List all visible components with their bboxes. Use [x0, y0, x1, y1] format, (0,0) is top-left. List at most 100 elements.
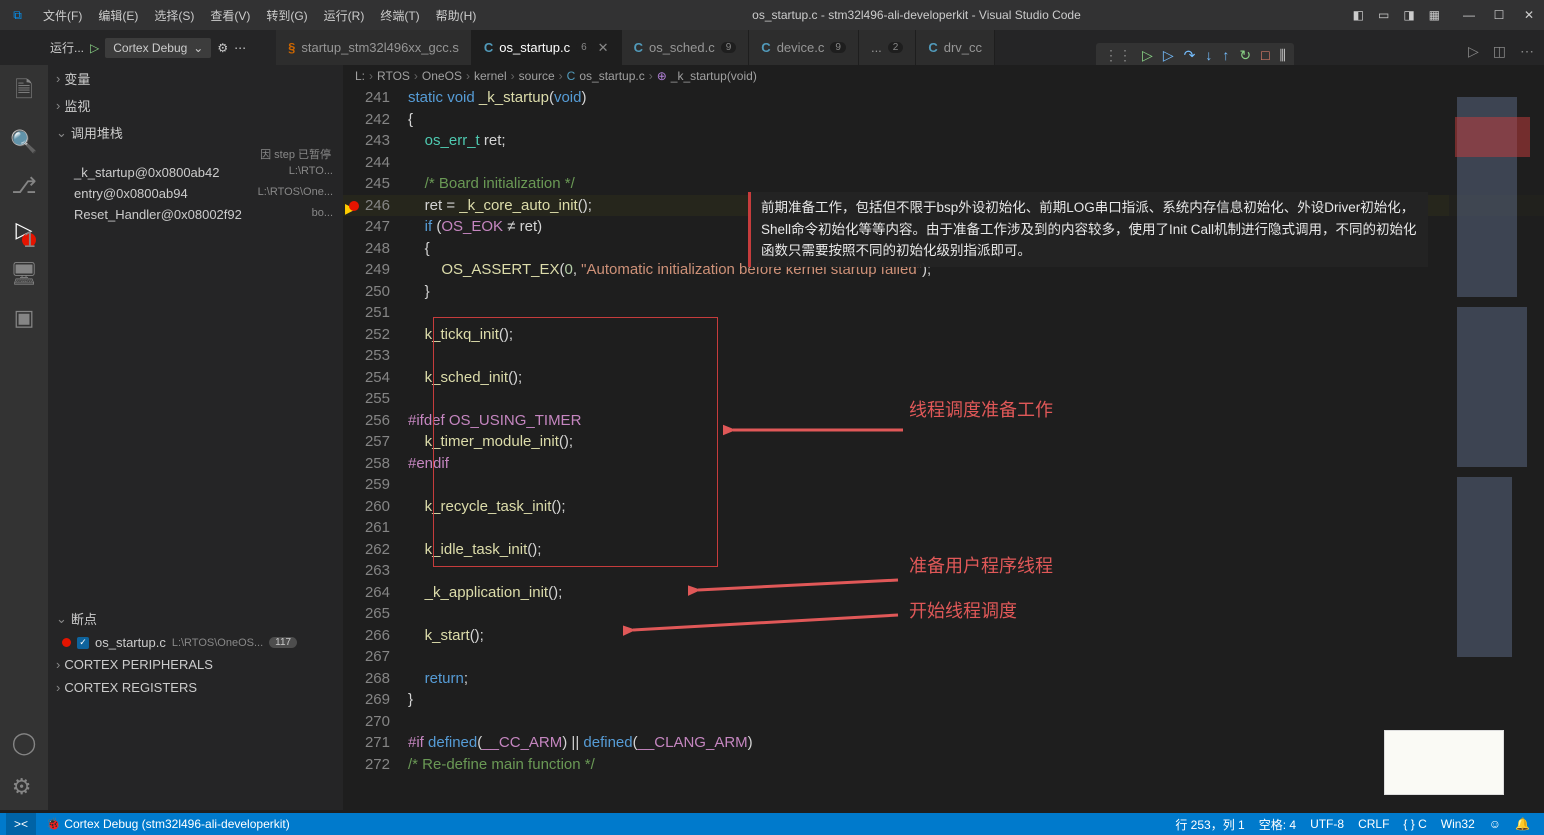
code-line[interactable]: 271#if defined(__CC_ARM) || defined(__CL…: [343, 732, 1544, 754]
dbg-step-out-icon[interactable]: ↑: [1222, 47, 1229, 64]
search-icon[interactable]: 🔍: [10, 129, 37, 155]
titlebar: ⧉ 文件(F) 编辑(E) 选择(S) 查看(V) 转到(G) 运行(R) 终端…: [0, 0, 1544, 30]
start-debug-icon[interactable]: ▷: [90, 41, 99, 55]
activity-bar: 🗎 🔍 ⎇ ▷1 🖥 ▣ ◯ ⚙: [0, 65, 48, 810]
minimize-icon[interactable]: —: [1454, 8, 1484, 22]
split-editor-icon[interactable]: ◫: [1493, 43, 1506, 60]
tab-device.c[interactable]: Cdevice.c9: [749, 30, 859, 65]
explorer-icon[interactable]: 🗎: [15, 73, 33, 111]
code-line[interactable]: 269}: [343, 689, 1544, 711]
indent-status[interactable]: 空格: 4: [1259, 816, 1296, 833]
stack-frame[interactable]: entry@0x0800ab94L:\RTOS\One...: [48, 183, 343, 204]
menu-run[interactable]: 运行(R): [316, 7, 373, 24]
main-menu: 文件(F) 编辑(E) 选择(S) 查看(V) 转到(G) 运行(R) 终端(T…: [35, 7, 484, 24]
tab-more-icon[interactable]: ⋯: [1520, 43, 1534, 60]
code-line[interactable]: 241static void _k_startup(void): [343, 87, 1544, 109]
breadcrumb[interactable]: L:› RTOS› OneOS› kernel› source› Cos_sta…: [343, 65, 1544, 87]
tab-label: os_startup.c: [499, 40, 570, 55]
maximize-icon[interactable]: ☐: [1484, 8, 1514, 22]
section-cortex-registers[interactable]: ›CORTEX REGISTERS: [48, 676, 343, 699]
section-cortex-peripherals[interactable]: ›CORTEX PERIPHERALS: [48, 653, 343, 676]
remote-explorer-icon[interactable]: 🖥: [10, 261, 38, 287]
code-line[interactable]: 242{: [343, 109, 1544, 131]
breakpoint-file: os_startup.c: [95, 635, 166, 650]
more-icon[interactable]: ⋯: [234, 41, 246, 55]
dbg-pause-icon[interactable]: ▷: [1163, 47, 1174, 64]
encoding-status[interactable]: UTF-8: [1310, 817, 1344, 831]
hover-tooltip: 前期准备工作，包括但不限于bsp外设初始化、前期LOG串口指派、系统内存信息初始…: [748, 192, 1428, 267]
menu-view[interactable]: 查看(V): [202, 7, 258, 24]
annotation-text-2: 准备用户程序线程: [909, 552, 1053, 578]
notifications-icon[interactable]: 🔔: [1515, 817, 1530, 831]
menu-selection[interactable]: 选择(S): [146, 7, 202, 24]
tab-label: os_sched.c: [649, 40, 715, 55]
tab-close-icon[interactable]: ✕: [598, 40, 609, 56]
tab-startup_stm32l496xx_gcc.s[interactable]: §startup_stm32l496xx_gcc.s: [276, 30, 472, 65]
annotation-text-3: 开始线程调度: [909, 597, 1017, 623]
cursor-position[interactable]: 行 253，列 1: [1175, 816, 1244, 833]
panel-bottom-icon[interactable]: ▭: [1374, 8, 1393, 22]
section-callstack[interactable]: ⌄调用堆栈: [48, 119, 343, 146]
accounts-icon[interactable]: ◯: [12, 730, 37, 756]
code-line[interactable]: 244: [343, 152, 1544, 174]
panel-left-icon[interactable]: ◧: [1349, 8, 1368, 22]
close-icon[interactable]: ✕: [1514, 8, 1544, 22]
code-line[interactable]: 272/* Re-define main function */: [343, 754, 1544, 776]
code-line[interactable]: 250 }: [343, 281, 1544, 303]
debug-settings-icon[interactable]: ⚙: [217, 41, 228, 55]
tab-os_sched.c[interactable]: Cos_sched.c 9: [622, 30, 750, 65]
menu-edit[interactable]: 编辑(E): [90, 7, 146, 24]
menu-go[interactable]: 转到(G): [258, 7, 315, 24]
eol-status[interactable]: CRLF: [1358, 817, 1389, 831]
source-control-icon[interactable]: ⎇: [11, 173, 36, 199]
breakpoint-checkbox[interactable]: ✓: [77, 637, 89, 649]
dbg-step-into-icon[interactable]: ↓: [1205, 47, 1212, 64]
c-file-icon: C: [634, 40, 643, 55]
minimap[interactable]: [1449, 87, 1544, 787]
stack-frame[interactable]: _k_startup@0x0800ab42L:\RTO...: [48, 162, 343, 183]
section-variables[interactable]: ›变量: [48, 65, 343, 92]
tab-os_startup.c[interactable]: Cos_startup.c6✕: [472, 30, 622, 65]
layout-icon[interactable]: ▦: [1425, 8, 1444, 22]
stack-frame[interactable]: Reset_Handler@0x08002f92bo...: [48, 204, 343, 225]
code-line[interactable]: 268 return;: [343, 668, 1544, 690]
debug-config-select[interactable]: Cortex Debug⌄: [105, 38, 211, 58]
run-debug-icon[interactable]: ▷1: [16, 217, 33, 243]
run-file-icon[interactable]: ▷: [1468, 43, 1479, 60]
chevron-down-icon: ⌄: [193, 41, 203, 55]
menu-terminal[interactable]: 终端(T): [372, 7, 427, 24]
lang-status[interactable]: { } C: [1403, 817, 1426, 831]
feedback-icon[interactable]: ☺: [1489, 817, 1501, 831]
dbg-drag-icon[interactable]: ⋮⋮: [1104, 47, 1132, 64]
menu-file[interactable]: 文件(F): [35, 7, 90, 24]
dbg-restart-icon[interactable]: ↻: [1239, 47, 1251, 64]
dbg-step-over-icon[interactable]: ↷: [1184, 47, 1196, 64]
annotation-text-1: 线程调度准备工作: [909, 396, 1053, 422]
section-watch[interactable]: ›监视: [48, 92, 343, 119]
menu-help[interactable]: 帮助(H): [428, 7, 485, 24]
dbg-stop-icon[interactable]: □: [1261, 47, 1269, 64]
vscode-logo-icon: ⧉: [0, 8, 35, 23]
code-line[interactable]: 267: [343, 646, 1544, 668]
breakpoint-row[interactable]: ✓ os_startup.c L:\RTOS\OneOS... 117: [48, 632, 343, 653]
code-line[interactable]: 270: [343, 711, 1544, 733]
tab-label: drv_cc: [944, 40, 982, 55]
breakpoint-dot-icon[interactable]: [349, 201, 359, 211]
dbg-continue-icon[interactable]: ▷: [1142, 47, 1153, 64]
debug-status[interactable]: 🐞 Cortex Debug (stm32l496-ali-developerk…: [46, 817, 290, 831]
tab-badge: 2: [888, 42, 904, 53]
tab-drv_cc[interactable]: Cdrv_cc: [916, 30, 995, 65]
panel-right-icon[interactable]: ◨: [1399, 8, 1418, 22]
code-line[interactable]: 243 os_err_t ret;: [343, 130, 1544, 152]
c-file-icon: C: [484, 40, 493, 55]
statusbar: >< 🐞 Cortex Debug (stm32l496-ali-develop…: [0, 813, 1544, 835]
code-line[interactable]: 266 k_start();: [343, 625, 1544, 647]
dbg-disconnect-icon[interactable]: ⫼: [1280, 47, 1286, 64]
settings-icon[interactable]: ⚙: [12, 774, 37, 800]
os-status[interactable]: Win32: [1441, 817, 1475, 831]
extensions-icon[interactable]: ▣: [14, 305, 35, 331]
section-breakpoints[interactable]: ⌄断点: [48, 605, 343, 632]
tab-...[interactable]: ...2: [859, 30, 916, 65]
tab-badge: 9: [721, 42, 737, 53]
remote-indicator[interactable]: ><: [6, 813, 36, 835]
